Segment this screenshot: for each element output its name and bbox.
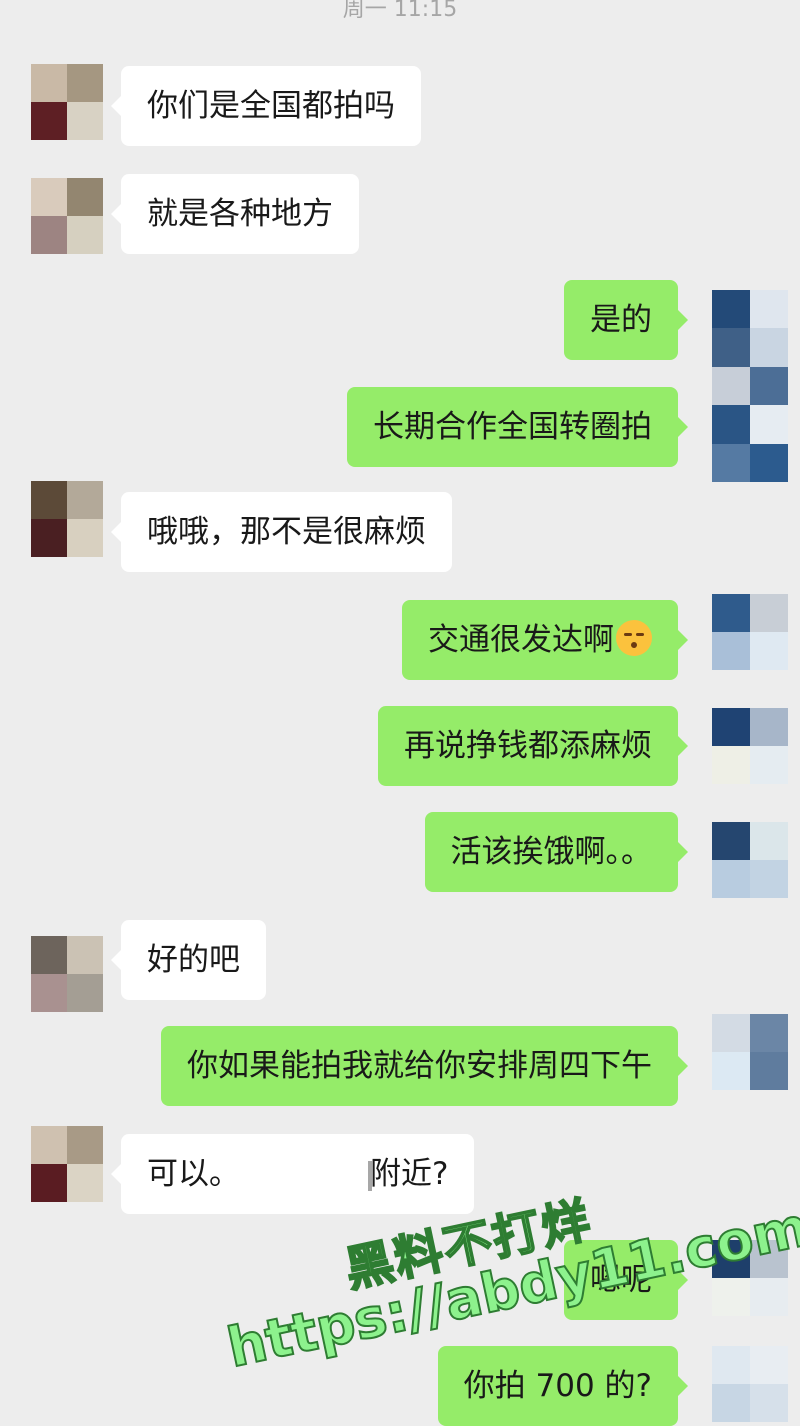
message-bubble-outgoing[interactable]: 交通很发达啊: [402, 600, 688, 680]
user-avatar[interactable]: [712, 290, 788, 482]
message-bubble-incoming[interactable]: 你们是全国都拍吗: [111, 66, 421, 146]
user-avatar[interactable]: [712, 1346, 788, 1422]
message-text: 附近?: [370, 1156, 449, 1192]
message-bubble-incoming[interactable]: 好的吧: [111, 920, 266, 1000]
message-text: 可以。: [147, 1156, 240, 1192]
contact-avatar[interactable]: [31, 1126, 103, 1202]
message-text: 交通很发达啊: [428, 622, 614, 658]
contact-avatar[interactable]: [31, 481, 103, 557]
message-bubble-outgoing[interactable]: 你如果能拍我就给你安排周四下午: [161, 1026, 688, 1106]
user-avatar[interactable]: [712, 1014, 788, 1090]
message-bubble-outgoing[interactable]: 活该挨饿啊。。: [424, 812, 688, 892]
message-bubble-outgoing[interactable]: 是的: [564, 280, 688, 360]
message-bubble-incoming[interactable]: 哦哦，那不是很麻烦: [111, 492, 452, 572]
message-bubble-outgoing[interactable]: 再说挣钱都添麻烦: [378, 706, 688, 786]
user-avatar[interactable]: [712, 594, 788, 670]
message-bubble-outgoing[interactable]: 你拍 700 的?: [437, 1346, 689, 1426]
contact-avatar[interactable]: [31, 936, 103, 1012]
redacted-text: [240, 1158, 372, 1193]
contact-avatar[interactable]: [31, 64, 103, 140]
user-avatar[interactable]: [712, 708, 788, 784]
message-bubble-incoming[interactable]: 就是各种地方: [111, 174, 359, 254]
kissing-face-emoji-icon: [616, 620, 652, 656]
message-bubble-outgoing[interactable]: 长期合作全国转圈拍: [347, 387, 688, 467]
timestamp: 周一 11:15: [342, 0, 458, 22]
user-avatar[interactable]: [712, 822, 788, 898]
message-bubble-incoming[interactable]: 可以。 附近?: [110, 1134, 475, 1214]
contact-avatar[interactable]: [31, 178, 103, 254]
